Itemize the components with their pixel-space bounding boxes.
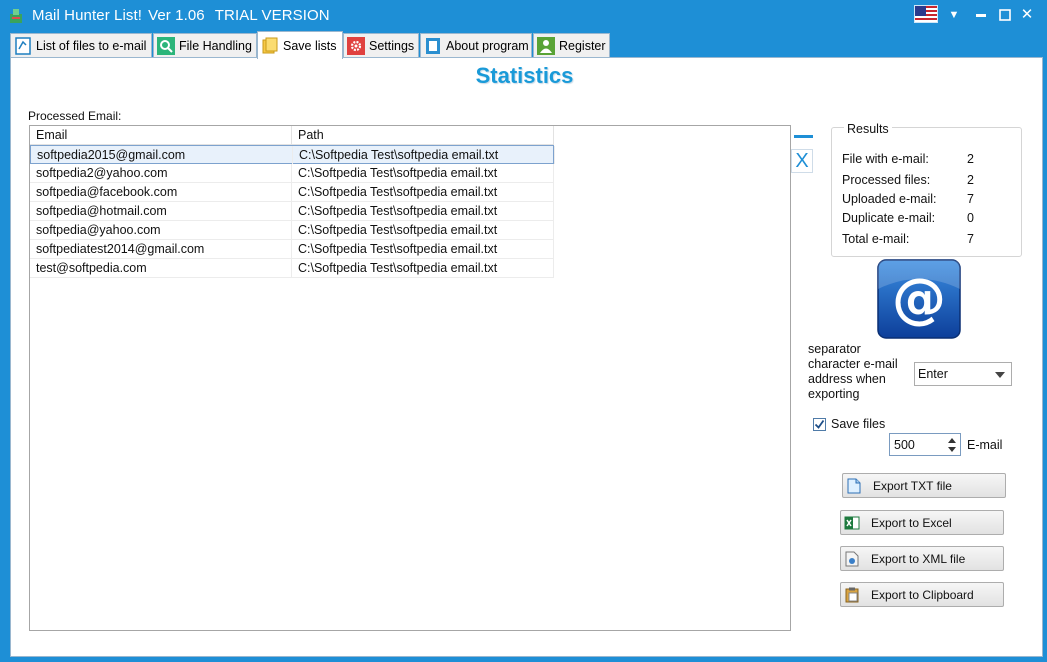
email-cell: softpedia@hotmail.com xyxy=(30,202,292,220)
tab-save-lists[interactable]: Save lists xyxy=(257,31,343,59)
email-cell: softpedia2@yahoo.com xyxy=(30,164,292,182)
result-label: Processed files: xyxy=(842,173,931,187)
table-row[interactable]: softpediatest2014@gmail.com C:\Softpedia… xyxy=(30,240,554,259)
save-files-checkbox[interactable] xyxy=(813,418,826,431)
stacked-pages-icon xyxy=(261,37,279,55)
email-cell: softpedia@facebook.com xyxy=(30,183,292,201)
window-title: Mail Hunter List! Ver 1.06 TRIAL VERSION xyxy=(32,7,330,24)
table-row[interactable]: softpedia@facebook.com C:\Softpedia Test… xyxy=(30,183,554,202)
spin-up-icon[interactable] xyxy=(948,438,956,443)
path-cell: C:\Softpedia Test\softpedia email.txt xyxy=(292,240,554,258)
email-count-stepper[interactable]: 500 xyxy=(889,433,961,456)
minimize-button[interactable]: ▬ xyxy=(970,4,992,26)
email-cell: test@softpedia.com xyxy=(30,259,292,277)
chevron-down-icon xyxy=(995,372,1005,378)
svg-text:@: @ xyxy=(892,267,946,330)
tab-strip: List of files to e-mail File Handling Sa… xyxy=(0,31,1047,59)
export-xml-button[interactable]: Export to XML file xyxy=(840,546,1004,571)
tab-label: List of files to e-mail xyxy=(36,39,147,53)
result-value: 2 xyxy=(967,173,974,187)
tab-about-program[interactable]: About program xyxy=(420,33,532,58)
save-files-label[interactable]: Save files xyxy=(831,417,885,431)
button-label: Export TXT file xyxy=(873,478,952,493)
table-row[interactable]: softpedia2015@gmail.com C:\Softpedia Tes… xyxy=(30,145,555,164)
table-header: Email Path xyxy=(30,126,554,145)
separator-select[interactable]: Enter xyxy=(914,362,1012,386)
minus-icon xyxy=(794,135,813,138)
path-cell: C:\Softpedia Test\softpedia email.txt xyxy=(293,146,555,164)
tab-label: About program xyxy=(446,39,529,53)
maximize-button[interactable] xyxy=(994,4,1016,26)
tab-list-of-files[interactable]: List of files to e-mail xyxy=(10,33,152,58)
result-value: 0 xyxy=(967,211,974,225)
person-icon xyxy=(537,37,555,55)
language-flag-icon[interactable] xyxy=(914,5,938,23)
tab-settings[interactable]: Settings xyxy=(343,33,419,58)
tab-label: File Handling xyxy=(179,39,252,53)
tab-label: Settings xyxy=(369,39,415,53)
email-count-value: 500 xyxy=(894,438,915,452)
button-label: Export to Clipboard xyxy=(871,587,974,602)
result-label: File with e-mail: xyxy=(842,152,929,166)
close-button[interactable]: ✕ xyxy=(1016,4,1038,26)
table-row[interactable]: test@softpedia.com C:\Softpedia Test\sof… xyxy=(30,259,554,278)
separator-value: Enter xyxy=(918,367,948,381)
tab-label: Register xyxy=(559,39,606,53)
email-at-icon: @ xyxy=(877,259,961,339)
button-label: Export to XML file xyxy=(871,551,966,566)
email-count-unit: E-mail xyxy=(967,438,1003,452)
column-header-path[interactable]: Path xyxy=(292,126,554,145)
result-value: 2 xyxy=(967,152,974,166)
path-cell: C:\Softpedia Test\softpedia email.txt xyxy=(292,202,554,220)
document-list-icon xyxy=(14,37,32,55)
table-row[interactable]: softpedia@hotmail.com C:\Softpedia Test\… xyxy=(30,202,554,221)
results-group: Results File with e-mail: 2 Processed fi… xyxy=(831,122,1022,257)
text-file-icon xyxy=(846,478,862,494)
page-title: Statistics xyxy=(475,63,574,88)
result-value: 7 xyxy=(967,232,974,246)
remove-button[interactable]: X xyxy=(791,149,813,173)
xml-file-icon xyxy=(844,551,860,567)
result-label: Uploaded e-mail: xyxy=(842,192,937,206)
magnifier-icon xyxy=(157,37,175,55)
email-cell: softpediatest2014@gmail.com xyxy=(30,240,292,258)
processed-email-label: Processed Email: xyxy=(28,109,122,123)
tab-label: Save lists xyxy=(283,38,337,53)
path-cell: C:\Softpedia Test\softpedia email.txt xyxy=(292,164,554,182)
collapse-button[interactable] xyxy=(794,128,814,146)
table-row[interactable]: softpedia@yahoo.com C:\Softpedia Test\so… xyxy=(30,221,554,240)
excel-icon xyxy=(844,515,860,531)
app-icon xyxy=(10,9,22,23)
table-row[interactable]: softpedia2@yahoo.com C:\Softpedia Test\s… xyxy=(30,164,554,183)
export-excel-button[interactable]: Export to Excel xyxy=(840,510,1004,535)
language-dropdown-icon[interactable]: ▼ xyxy=(943,4,965,26)
results-legend: Results xyxy=(844,122,892,136)
path-cell: C:\Softpedia Test\softpedia email.txt xyxy=(292,221,554,239)
gear-icon xyxy=(347,37,365,55)
tab-register[interactable]: Register xyxy=(533,33,610,58)
email-cell: softpedia2015@gmail.com xyxy=(31,146,293,164)
title-bar: Mail Hunter List! Ver 1.06 TRIAL VERSION ▼… xyxy=(0,0,1047,31)
spin-down-icon[interactable] xyxy=(948,447,956,452)
button-label: Export to Excel xyxy=(871,515,952,530)
result-value: 7 xyxy=(967,192,974,206)
result-label: Duplicate e-mail: xyxy=(842,211,936,225)
email-cell: softpedia@yahoo.com xyxy=(30,221,292,239)
export-txt-button[interactable]: Export TXT file xyxy=(842,473,1006,498)
column-header-email[interactable]: Email xyxy=(30,126,292,145)
path-cell: C:\Softpedia Test\softpedia email.txt xyxy=(292,259,554,277)
window-bottom-border xyxy=(0,657,1047,662)
checkmark-icon xyxy=(814,419,825,429)
path-cell: C:\Softpedia Test\softpedia email.txt xyxy=(292,183,554,201)
email-table[interactable]: Email Path softpedia2015@gmail.com C:\So… xyxy=(29,125,791,631)
result-label: Total e-mail: xyxy=(842,232,910,246)
tab-file-handling[interactable]: File Handling xyxy=(153,33,257,58)
save-lists-panel: Statistics Processed Email: Email Path s… xyxy=(10,57,1043,657)
separator-label: separator character e-mail address when … xyxy=(808,342,898,401)
export-clipboard-button[interactable]: Export to Clipboard xyxy=(840,582,1004,607)
clipboard-icon xyxy=(844,587,860,603)
book-icon xyxy=(424,37,442,55)
